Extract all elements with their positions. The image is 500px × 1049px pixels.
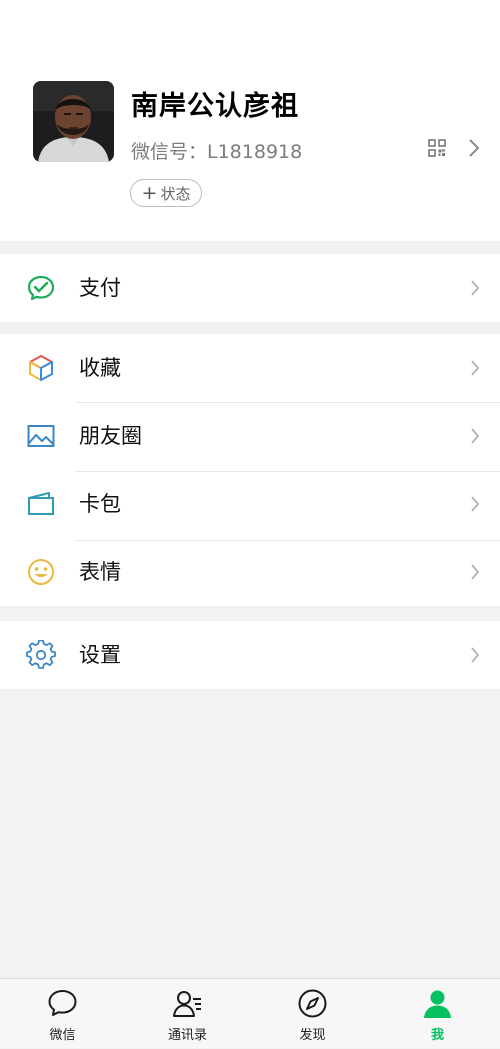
card-wallet-icon (28, 492, 54, 515)
contacts-icon (173, 991, 201, 1017)
smiley-icon (28, 559, 54, 585)
nickname: 南岸公认彦祖 (131, 91, 299, 122)
menu-item-moments[interactable]: 朋友圈 (0, 402, 500, 470)
tab-contacts[interactable]: 通讯录 (125, 979, 250, 1049)
pay-group: 支付 (0, 254, 500, 322)
add-status-button[interactable]: + 状态 (130, 179, 202, 207)
menu-item-favorites[interactable]: 收藏 (0, 334, 500, 402)
picture-icon (27, 425, 55, 447)
cube-icon (29, 355, 53, 381)
menu-item-pay[interactable]: 支付 (0, 254, 500, 322)
tab-discover[interactable]: 发现 (250, 979, 375, 1049)
settings-group: 设置 (0, 621, 500, 689)
menu-item-stickers[interactable]: 表情 (0, 538, 500, 606)
menu-item-label: 支付 (79, 276, 121, 300)
menu-item-label: 设置 (79, 643, 121, 667)
chevron-right-icon (471, 496, 480, 512)
avatar[interactable] (33, 81, 114, 162)
tab-label: 发现 (299, 1028, 326, 1043)
avatar-image (33, 81, 114, 162)
profile-header[interactable]: 南岸公认彦祖 微信号：L1818918 + 状态 (0, 0, 500, 241)
chevron-right-icon (471, 428, 480, 444)
tab-me[interactable]: 我 (375, 979, 500, 1049)
tab-label: 微信 (49, 1028, 76, 1043)
services-group: 收藏 朋友圈 卡包 表情 (0, 334, 500, 606)
compass-icon (298, 989, 327, 1018)
bottom-tab-bar: 微信 通讯录 发现 我 (0, 978, 500, 1048)
chevron-right-icon (471, 280, 480, 296)
chevron-right-icon (471, 360, 480, 376)
gear-icon (26, 640, 56, 669)
chat-bubble-icon (48, 990, 77, 1016)
person-icon (424, 990, 451, 1018)
menu-item-label: 收藏 (79, 356, 121, 380)
chevron-right-icon (471, 564, 480, 580)
plus-icon: + (141, 181, 158, 204)
menu-item-label: 卡包 (79, 492, 121, 516)
chevron-right-icon (471, 647, 480, 663)
menu-item-settings[interactable]: 设置 (0, 621, 500, 689)
status-label: 状态 (160, 184, 191, 203)
wechat-id: 微信号：L1818918 (131, 141, 303, 163)
wechat-pay-icon (27, 275, 55, 301)
menu-item-cards[interactable]: 卡包 (0, 470, 500, 538)
chevron-right-icon[interactable] (468, 138, 480, 158)
menu-item-label: 朋友圈 (79, 424, 142, 448)
tab-chats[interactable]: 微信 (0, 979, 125, 1049)
menu-item-label: 表情 (79, 560, 121, 584)
tab-label: 我 (430, 1028, 444, 1043)
qr-code-icon[interactable] (428, 139, 446, 157)
tab-label: 通讯录 (167, 1028, 207, 1043)
